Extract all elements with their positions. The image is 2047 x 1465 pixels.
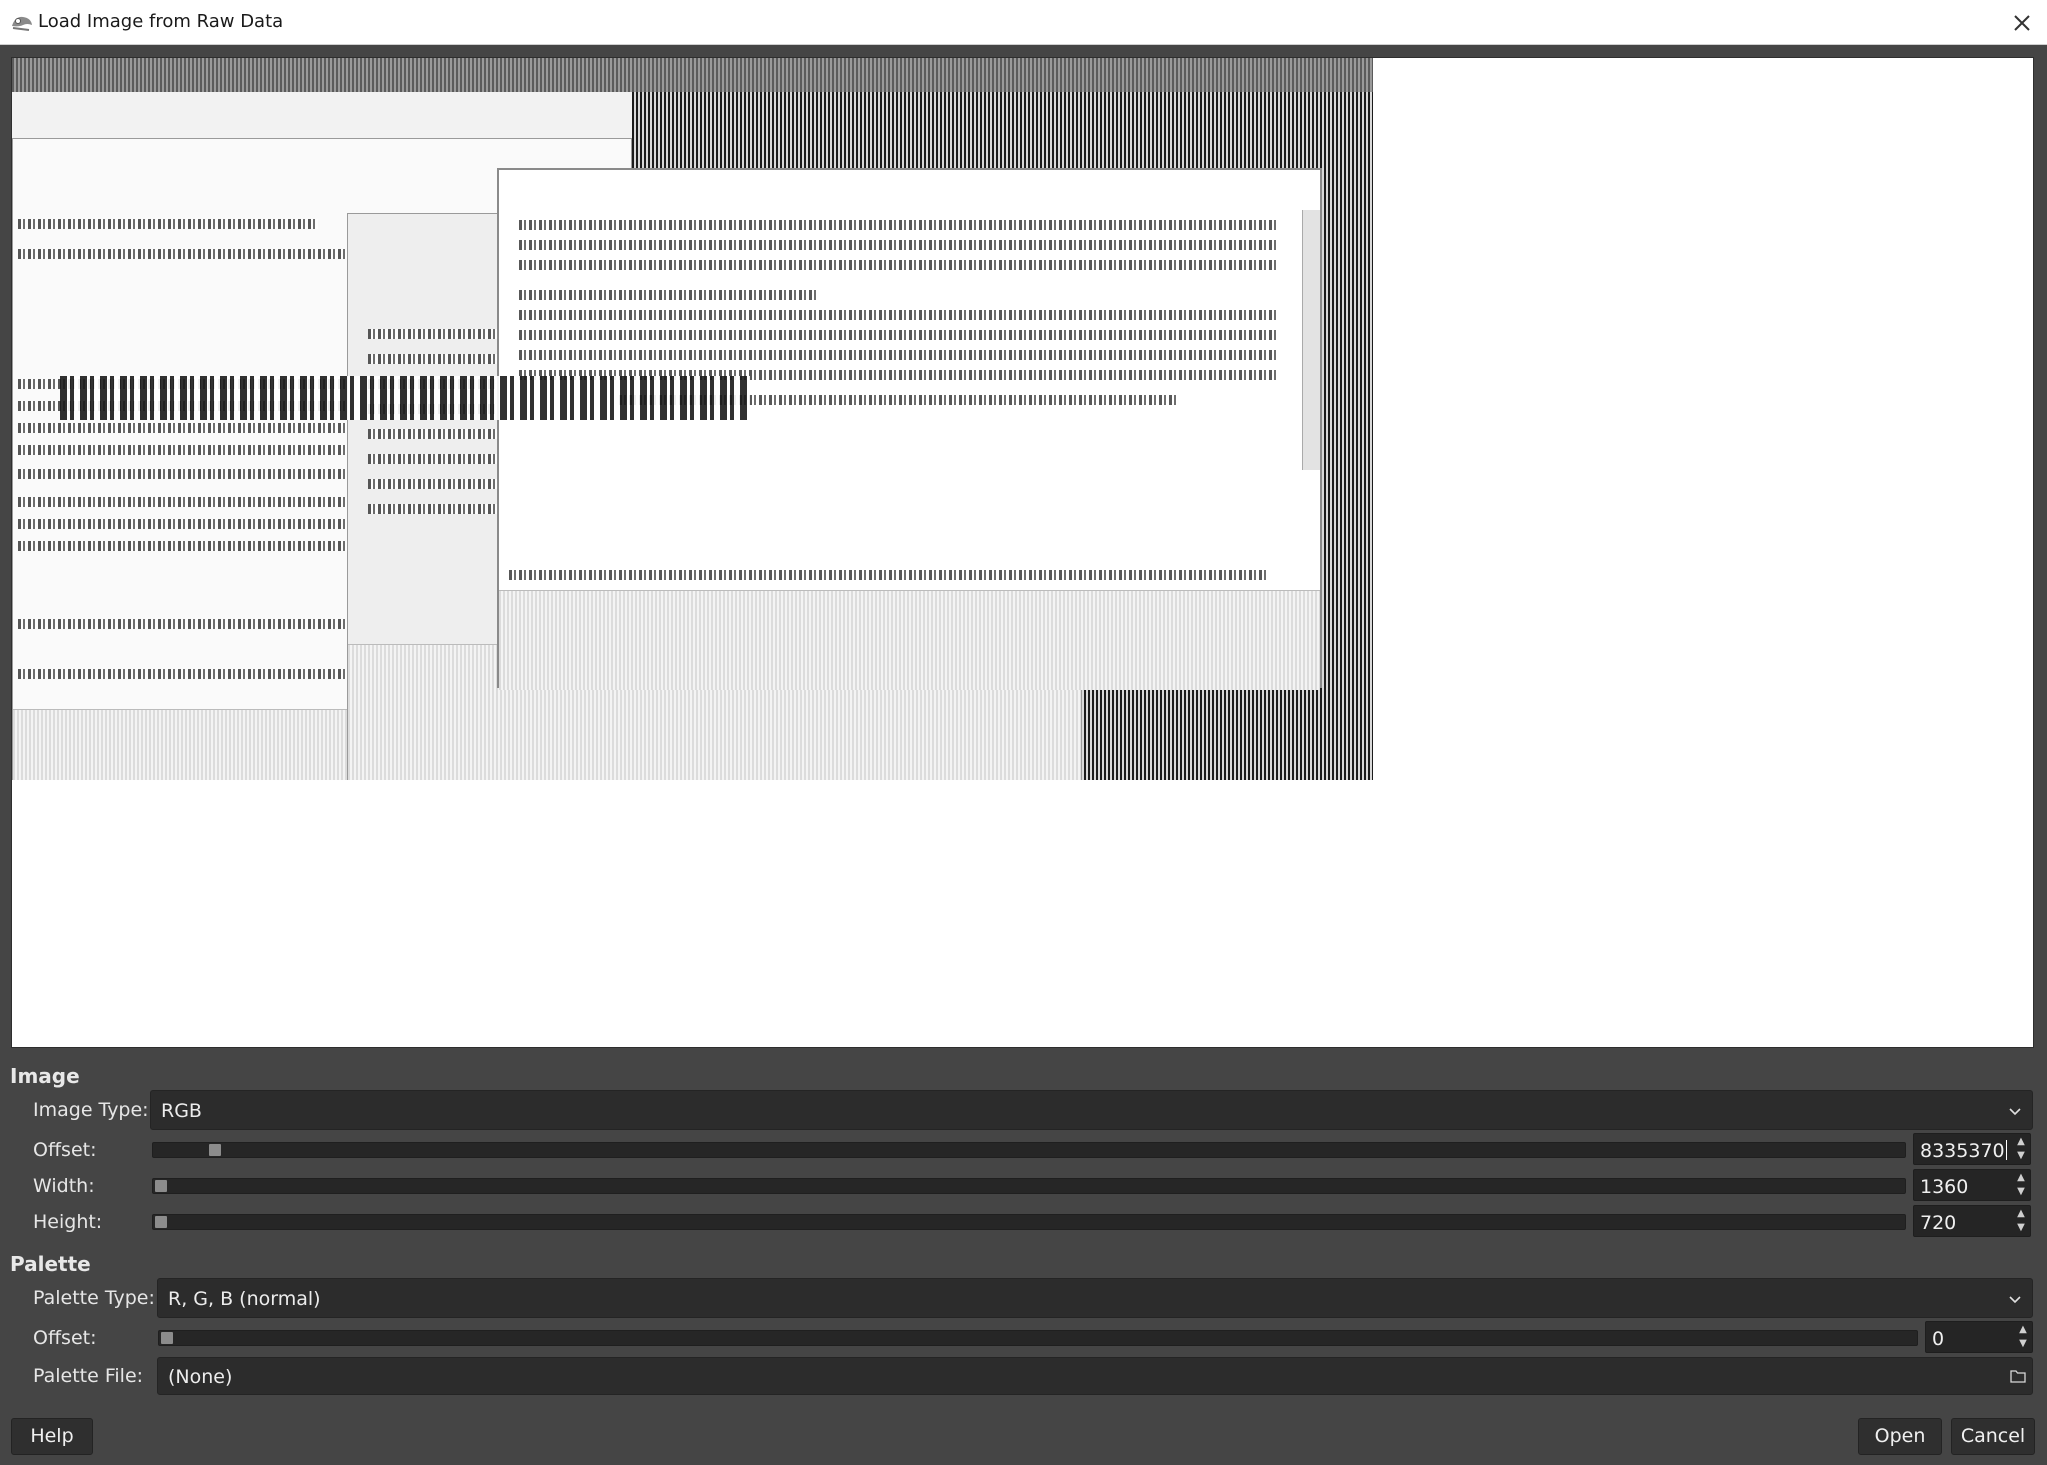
- height-slider-thumb[interactable]: [155, 1216, 167, 1228]
- image-offset-label: Offset:: [33, 1139, 97, 1161]
- width-value: 1360: [1920, 1176, 1969, 1198]
- width-spin[interactable]: 1360 ▲ ▼: [1913, 1169, 2031, 1201]
- image-offset-slider-thumb[interactable]: [209, 1144, 221, 1156]
- palette-type-label: Palette Type:: [33, 1287, 155, 1309]
- image-offset-value: 8335370: [1920, 1140, 2005, 1162]
- height-value: 720: [1920, 1212, 1957, 1234]
- image-preview: [11, 57, 2034, 1048]
- palette-type-value: R, G, B (normal): [168, 1288, 321, 1310]
- spin-up-icon[interactable]: ▲: [2015, 1208, 2027, 1220]
- raw-image-render: [12, 58, 1373, 780]
- image-type-select[interactable]: RGB: [150, 1090, 2033, 1130]
- spin-down-icon[interactable]: ▼: [2015, 1222, 2027, 1234]
- height-spin[interactable]: 720 ▲ ▼: [1913, 1205, 2031, 1237]
- image-type-value: RGB: [161, 1100, 202, 1122]
- palette-offset-spin[interactable]: 0 ▲ ▼: [1925, 1321, 2033, 1353]
- gimp-icon: [12, 16, 32, 31]
- image-offset-slider[interactable]: [152, 1142, 1906, 1158]
- help-button[interactable]: Help: [11, 1418, 93, 1455]
- image-offset-spin[interactable]: 8335370 ▲ ▼: [1913, 1133, 2031, 1165]
- image-type-label: Image Type:: [33, 1099, 149, 1121]
- palette-file-chooser[interactable]: (None): [157, 1357, 2033, 1395]
- folder-icon[interactable]: [2010, 1369, 2026, 1383]
- spin-down-icon[interactable]: ▼: [2017, 1338, 2029, 1350]
- palette-file-value: (None): [168, 1366, 233, 1388]
- close-icon[interactable]: [2007, 8, 2037, 38]
- palette-file-label: Palette File:: [33, 1365, 144, 1387]
- title-bar: Load Image from Raw Data: [0, 0, 2047, 45]
- width-label: Width:: [33, 1175, 95, 1197]
- window-title: Load Image from Raw Data: [38, 11, 284, 32]
- palette-offset-label: Offset:: [33, 1327, 97, 1349]
- chevron-down-icon: [2009, 1108, 2021, 1116]
- height-slider[interactable]: [152, 1214, 1906, 1230]
- palette-offset-slider[interactable]: [158, 1330, 1918, 1346]
- palette-offset-value: 0: [1932, 1328, 1945, 1350]
- spin-down-icon[interactable]: ▼: [2015, 1186, 2027, 1198]
- width-slider[interactable]: [152, 1178, 1906, 1194]
- chevron-down-icon: [2009, 1296, 2021, 1304]
- cancel-button[interactable]: Cancel: [1951, 1418, 2035, 1455]
- palette-section-title: Palette: [10, 1252, 91, 1276]
- width-slider-thumb[interactable]: [155, 1180, 167, 1192]
- spin-up-icon[interactable]: ▲: [2015, 1136, 2027, 1148]
- height-label: Height:: [33, 1211, 103, 1233]
- spin-up-icon[interactable]: ▲: [2015, 1172, 2027, 1184]
- palette-type-select[interactable]: R, G, B (normal): [157, 1278, 2033, 1318]
- spin-down-icon[interactable]: ▼: [2015, 1150, 2027, 1162]
- spin-up-icon[interactable]: ▲: [2017, 1324, 2029, 1336]
- open-button[interactable]: Open: [1858, 1418, 1942, 1455]
- image-section-title: Image: [10, 1064, 80, 1088]
- palette-offset-slider-thumb[interactable]: [161, 1332, 173, 1344]
